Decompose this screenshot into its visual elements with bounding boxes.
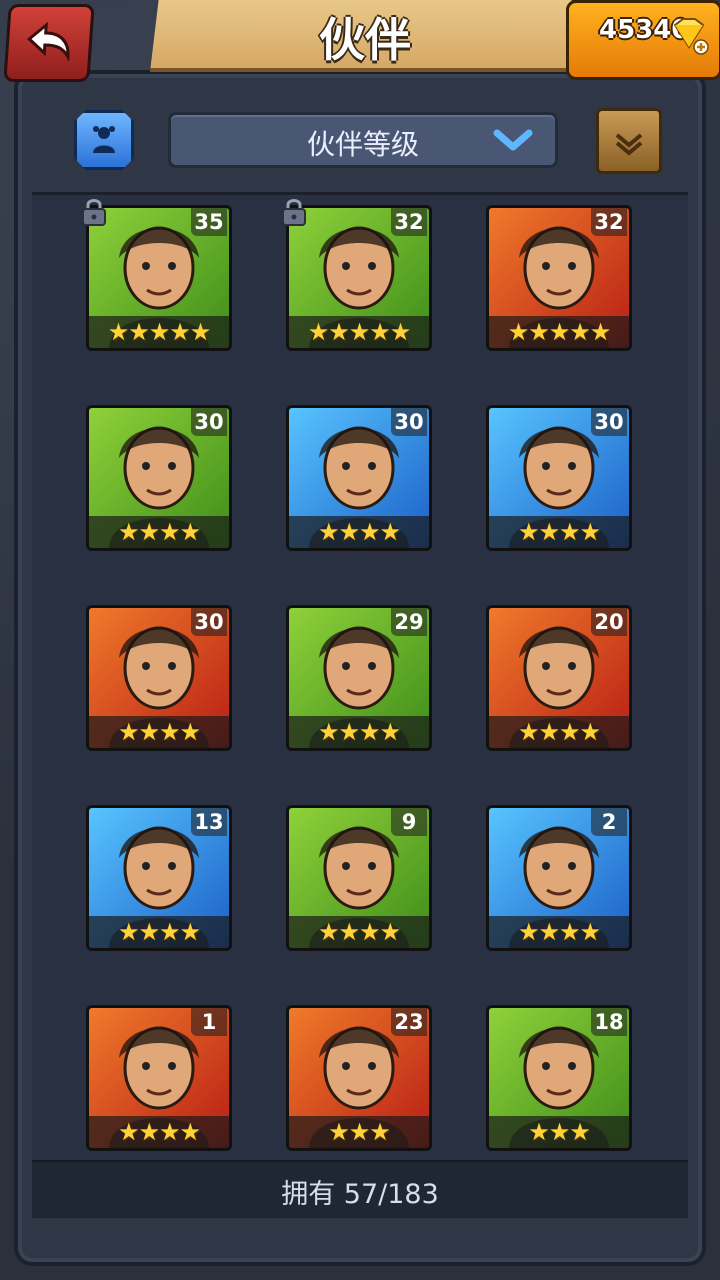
companion-stars: ★★★★: [489, 716, 629, 748]
companion-card[interactable]: 23 ★★★: [286, 1005, 432, 1151]
companion-card[interactable]: 20 ★★★★: [486, 605, 632, 751]
companion-level: 2: [591, 808, 627, 836]
companion-card[interactable]: 13 ★★★★: [86, 805, 232, 951]
companion-level: 13: [191, 808, 227, 836]
companion-level: 30: [391, 408, 427, 436]
title-banner: 伙伴: [150, 0, 580, 72]
lock-icon: [282, 199, 306, 226]
companion-card[interactable]: 1 ★★★★: [86, 1005, 232, 1151]
companion-grid: 35 ★★★★★ 32 ★★★★★ 32 ★★★★★ 30 ★★★★ 30 ★★★★ 30 ★★★★ 3…: [32, 192, 688, 1163]
companion-level: 23: [391, 1008, 427, 1036]
companion-card[interactable]: 30 ★★★★: [86, 405, 232, 551]
companion-stars: ★★★★: [489, 516, 629, 548]
companion-stars: ★★★★: [89, 1116, 229, 1148]
companion-stars: ★★★: [289, 1116, 429, 1148]
filter-button[interactable]: [74, 110, 134, 170]
companion-stars: ★★★★★: [89, 316, 229, 348]
companion-stars: ★★★★★: [289, 316, 429, 348]
companion-level: 30: [191, 408, 227, 436]
companion-stars: ★★★★: [289, 916, 429, 948]
companion-level: 30: [591, 408, 627, 436]
collection-book-button[interactable]: [596, 108, 662, 174]
companion-card[interactable]: 2 ★★★★: [486, 805, 632, 951]
sort-dropdown[interactable]: 伙伴等级: [168, 112, 558, 168]
companion-stars: ★★★★: [89, 516, 229, 548]
companion-stars: ★★★★★: [489, 316, 629, 348]
companion-stars: ★★★★: [489, 916, 629, 948]
companion-card[interactable]: 9 ★★★★: [286, 805, 432, 951]
companion-stars: ★★★★: [89, 916, 229, 948]
companion-level: 18: [591, 1008, 627, 1036]
companion-filter-icon: [93, 126, 115, 153]
lock-icon: [82, 199, 106, 226]
companion-stars: ★★★★: [89, 716, 229, 748]
back-arrow-icon: [27, 21, 70, 61]
owned-count: 拥有 57/183: [281, 1179, 439, 1210]
companion-card[interactable]: 32 ★★★★★: [486, 205, 632, 351]
gem-counter[interactable]: 45340: [566, 0, 720, 80]
companion-level: 30: [191, 608, 227, 636]
companion-stars: ★★★: [489, 1116, 629, 1148]
companion-level: 9: [391, 808, 427, 836]
companion-card[interactable]: 29 ★★★★: [286, 605, 432, 751]
owned-footer: 拥有 57/183: [32, 1160, 688, 1218]
chevron-down-icon: [493, 129, 533, 151]
back-button[interactable]: [3, 4, 95, 82]
companion-level: 32: [391, 208, 427, 236]
companion-level: 35: [191, 208, 227, 236]
companion-level: 20: [591, 608, 627, 636]
companion-stars: ★★★★: [289, 716, 429, 748]
page-title: 伙伴: [319, 13, 411, 67]
companion-stars: ★★★★: [289, 516, 429, 548]
companion-card[interactable]: 30 ★★★★: [486, 405, 632, 551]
companion-level: 29: [391, 608, 427, 636]
companion-card[interactable]: 30 ★★★★: [286, 405, 432, 551]
companion-card[interactable]: 18 ★★★: [486, 1005, 632, 1151]
companion-card[interactable]: 30 ★★★★: [86, 605, 232, 751]
companion-level: 32: [591, 208, 627, 236]
book-icon: [615, 133, 643, 156]
companion-level: 1: [191, 1008, 227, 1036]
gem-plus-icon: [673, 18, 709, 55]
